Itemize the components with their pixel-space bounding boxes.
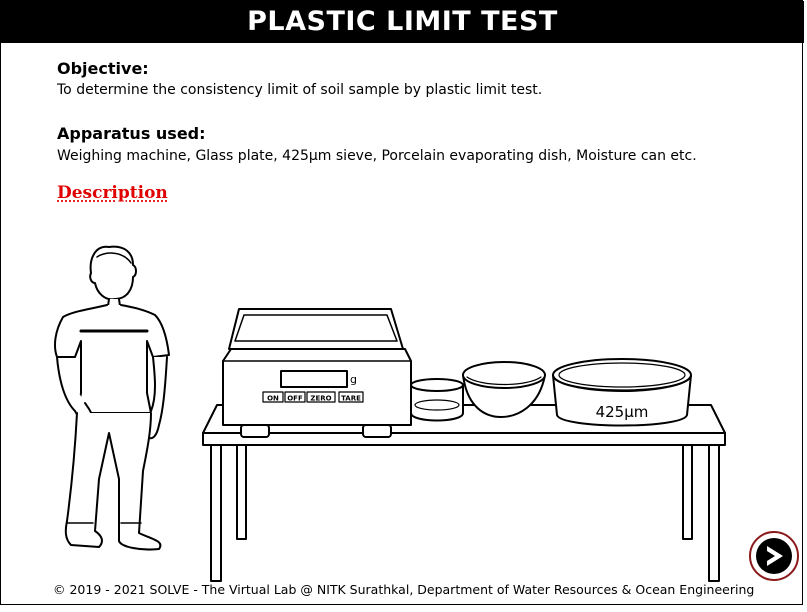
scale-off-button: OFF xyxy=(287,395,303,403)
sieve-label: 425μm xyxy=(596,403,649,421)
footer-copyright: © 2019 - 2021 SOLVE - The Virtual Lab @ … xyxy=(53,582,755,597)
lab-frame: PLASTIC LIMIT TEST Objective: To determi… xyxy=(0,0,804,605)
next-arrow-icon xyxy=(756,538,792,574)
lab-table xyxy=(202,404,726,582)
scale-unit-label: g xyxy=(350,373,357,386)
moisture-can xyxy=(410,378,464,422)
scale-zero-button: ZERO xyxy=(310,395,331,403)
person-figure xyxy=(54,245,170,551)
next-button[interactable] xyxy=(749,531,799,581)
scale-on-button: ON xyxy=(267,395,279,403)
scale-display xyxy=(280,370,348,388)
scale-tare-button: TARE xyxy=(341,395,361,403)
lab-scene: g ON OFF ZERO TARE 425μm xyxy=(54,245,726,582)
weighing-machine xyxy=(222,308,412,438)
